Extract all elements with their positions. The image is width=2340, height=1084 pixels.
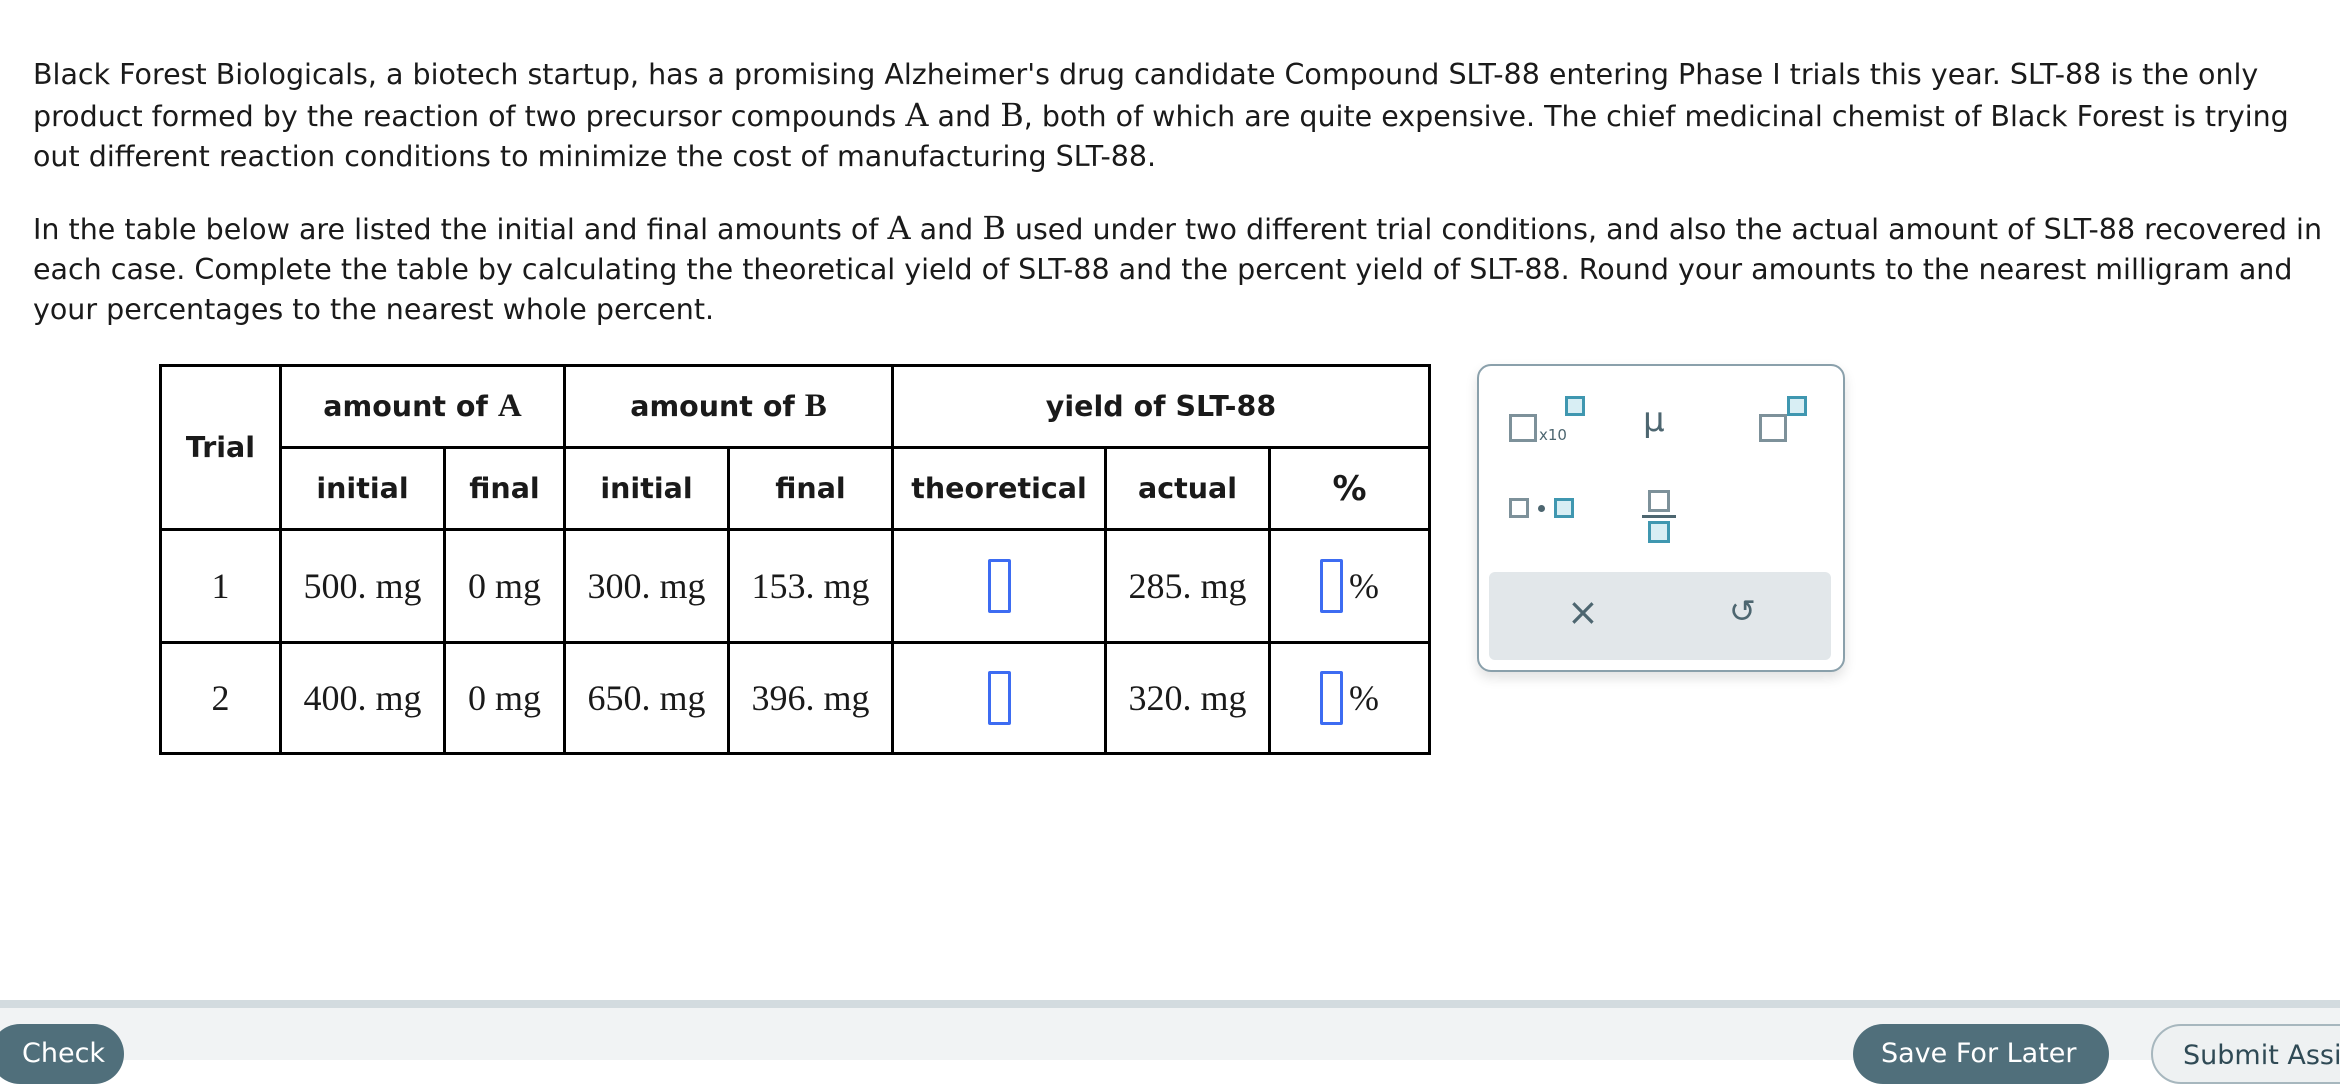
header-b-final: final [727,446,894,531]
table-row: 1 500. mg 0 mg 300. mg 153. mg 285. mg % [159,528,1431,644]
header-actual: actual [1104,446,1271,531]
percent-suffix: % [1349,678,1379,718]
theoretical-cell [891,641,1107,755]
theoretical-yield-input[interactable] [987,559,1011,613]
yield-table: Trial amount of A amount of B yield of S… [159,364,1431,755]
header-text: amount of [323,390,498,423]
header-a-final: final [443,446,566,531]
a-initial-cell: 400. mg [279,641,446,755]
header-trial: Trial [159,364,282,531]
question-paragraph-2: In the table below are listed the initia… [33,208,2323,330]
compound-a-var: A [497,388,522,424]
multiply-dot-button[interactable] [1499,486,1589,536]
scientific-notation-button[interactable]: x10 [1499,396,1589,456]
percent-cell: % [1268,528,1431,644]
clear-button[interactable]: × [1549,582,1619,650]
header-b-initial: initial [563,446,730,531]
paragraph-text: and [928,100,1001,133]
compound-a-var: A [887,209,911,247]
save-for-later-button[interactable]: Save For Later [1853,1024,2109,1084]
fraction-bar-icon [1642,515,1676,518]
compound-b-var: B [1000,96,1024,134]
percent-suffix: % [1349,566,1379,606]
compound-b-var: B [804,388,827,424]
a-final-cell: 0 mg [443,641,566,755]
theoretical-cell [891,528,1107,644]
question-paragraph-1: Black Forest Biologicals, a biotech star… [33,55,2323,177]
superscript-button[interactable] [1749,396,1819,456]
percent-yield-input[interactable] [1320,671,1343,725]
compound-a-var: A [905,96,929,134]
paragraph-text: and [910,213,983,246]
b-initial-cell: 300. mg [563,528,730,644]
undo-button[interactable]: ↺ [1709,582,1779,650]
percent-cell: % [1268,641,1431,755]
header-theoretical: theoretical [891,446,1107,531]
compound-b-var: B [982,209,1006,247]
exponent-box-icon [1787,396,1807,416]
check-button[interactable]: Check [0,1024,124,1084]
header-a-initial: initial [279,446,446,531]
b-final-cell: 396. mg [727,641,894,755]
numerator-box-icon [1648,490,1670,512]
b-final-cell: 153. mg [727,528,894,644]
table-row: 2 400. mg 0 mg 650. mg 396. mg 320. mg % [159,641,1431,755]
actual-cell: 285. mg [1104,528,1271,644]
palette-action-tray: × ↺ [1489,572,1831,660]
close-icon: × [1567,590,1599,634]
b-initial-cell: 650. mg [563,641,730,755]
left-box-icon [1509,498,1529,518]
dot-icon [1538,505,1545,512]
paragraph-text: In the table below are listed the initia… [33,213,888,246]
x10-label: x10 [1539,426,1567,444]
a-final-cell: 0 mg [443,528,566,644]
actual-cell: 320. mg [1104,641,1271,755]
footer-divider [0,1000,2340,1008]
denominator-box-icon [1648,521,1670,543]
right-box-icon [1554,498,1574,518]
header-amount-a: amount of A [279,364,566,449]
base-box-icon [1509,414,1537,442]
header-percent: % [1268,446,1431,531]
a-initial-cell: 500. mg [279,528,446,644]
trial-number: 1 [159,528,282,644]
submit-assignment-button[interactable]: Submit Assignment [2151,1024,2340,1084]
micro-symbol-button[interactable]: μ [1629,394,1689,454]
fraction-button[interactable] [1629,476,1689,556]
base-box-icon [1759,414,1787,442]
undo-icon: ↺ [1729,592,1756,630]
trial-number: 2 [159,641,282,755]
theoretical-yield-input[interactable] [987,671,1011,725]
percent-yield-input[interactable] [1320,559,1343,613]
mu-icon: μ [1643,400,1665,440]
header-yield: yield of SLT-88 [891,364,1431,449]
header-text: amount of [630,390,805,423]
header-amount-b: amount of B [563,364,894,449]
math-palette: x10 μ × ↺ [1477,364,1845,672]
exponent-box-icon [1565,396,1585,416]
